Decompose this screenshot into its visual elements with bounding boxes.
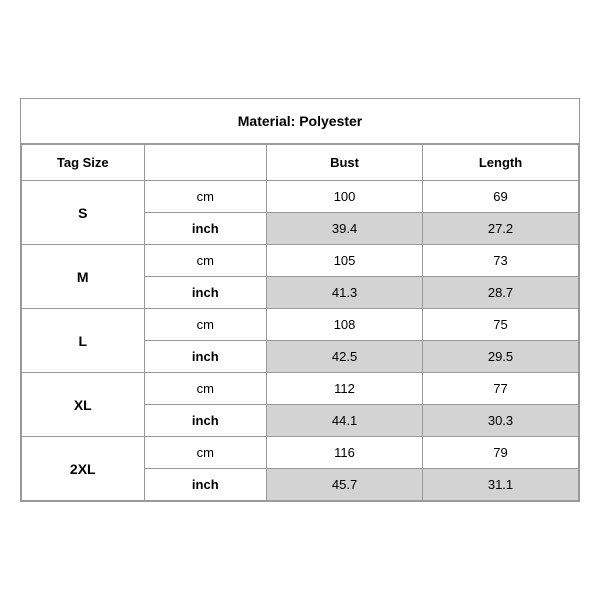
header-unit: [144, 145, 267, 181]
header-bust: Bust: [267, 145, 423, 181]
table-row: Scm10069: [22, 181, 579, 213]
unit-inch-cell: inch: [144, 405, 267, 437]
cm-length-cell: 73: [423, 245, 579, 277]
table-row: XLcm11277: [22, 373, 579, 405]
inch-bust-cell: 41.3: [267, 277, 423, 309]
cm-bust-cell: 112: [267, 373, 423, 405]
inch-length-cell: 27.2: [423, 213, 579, 245]
unit-inch-cell: inch: [144, 213, 267, 245]
unit-cm-cell: cm: [144, 373, 267, 405]
cm-length-cell: 75: [423, 309, 579, 341]
inch-bust-cell: 44.1: [267, 405, 423, 437]
inch-length-cell: 31.1: [423, 469, 579, 501]
inch-length-cell: 28.7: [423, 277, 579, 309]
header-length: Length: [423, 145, 579, 181]
cm-length-cell: 77: [423, 373, 579, 405]
unit-inch-cell: inch: [144, 341, 267, 373]
size-cell: XL: [22, 373, 145, 437]
header-tag-size: Tag Size: [22, 145, 145, 181]
unit-cm-cell: cm: [144, 245, 267, 277]
size-cell: M: [22, 245, 145, 309]
inch-bust-cell: 42.5: [267, 341, 423, 373]
size-cell: L: [22, 309, 145, 373]
inch-length-cell: 30.3: [423, 405, 579, 437]
size-cell: S: [22, 181, 145, 245]
table-header-row: Tag Size Bust Length: [22, 145, 579, 181]
size-table: Tag Size Bust Length Scm10069inch39.427.…: [21, 144, 579, 501]
cm-length-cell: 69: [423, 181, 579, 213]
cm-bust-cell: 105: [267, 245, 423, 277]
chart-title: Material: Polyester: [21, 99, 579, 144]
unit-cm-cell: cm: [144, 309, 267, 341]
size-chart-container: Material: Polyester Tag Size Bust Length…: [20, 98, 580, 502]
cm-bust-cell: 108: [267, 309, 423, 341]
table-row: Mcm10573: [22, 245, 579, 277]
unit-inch-cell: inch: [144, 277, 267, 309]
table-row: 2XLcm11679: [22, 437, 579, 469]
inch-bust-cell: 39.4: [267, 213, 423, 245]
unit-inch-cell: inch: [144, 469, 267, 501]
size-cell: 2XL: [22, 437, 145, 501]
inch-bust-cell: 45.7: [267, 469, 423, 501]
inch-length-cell: 29.5: [423, 341, 579, 373]
table-body: Scm10069inch39.427.2Mcm10573inch41.328.7…: [22, 181, 579, 501]
unit-cm-cell: cm: [144, 437, 267, 469]
table-row: Lcm10875: [22, 309, 579, 341]
cm-bust-cell: 100: [267, 181, 423, 213]
unit-cm-cell: cm: [144, 181, 267, 213]
cm-bust-cell: 116: [267, 437, 423, 469]
cm-length-cell: 79: [423, 437, 579, 469]
